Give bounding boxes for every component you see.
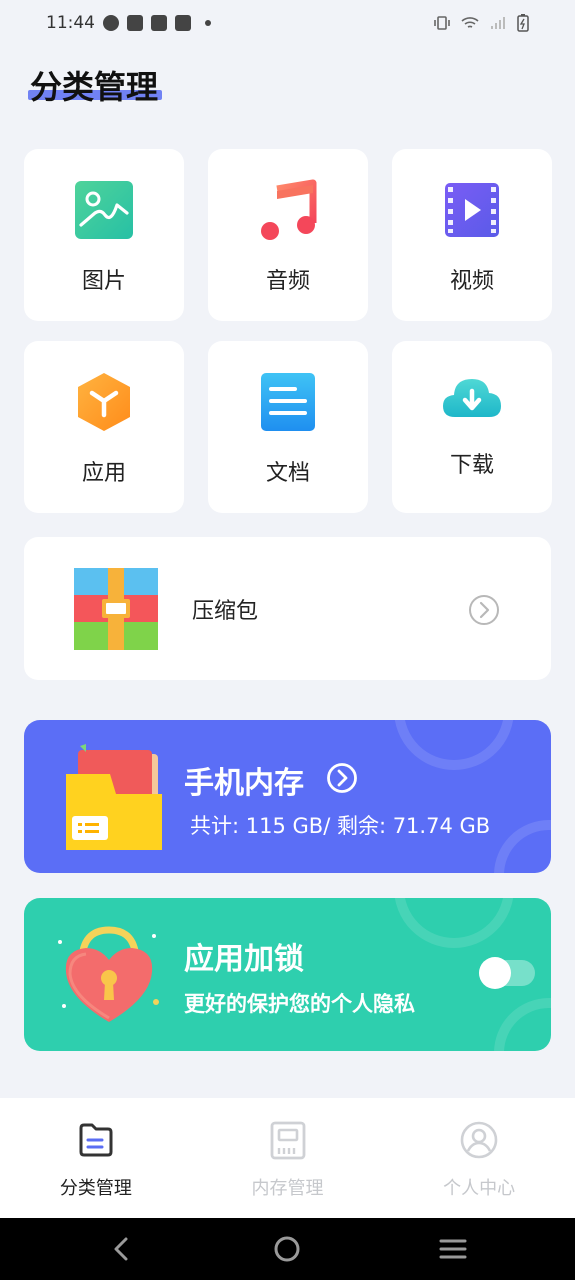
nav-tab-categories[interactable]: 分类管理 xyxy=(0,1098,192,1218)
app-cube-icon xyxy=(78,373,130,431)
system-navigation-bar xyxy=(0,1218,575,1280)
storage-title: 手机内存 xyxy=(184,766,304,801)
category-card-apps[interactable]: 应用 xyxy=(24,341,184,513)
folder-icon xyxy=(79,1123,113,1157)
archive-box-icon xyxy=(74,568,158,650)
app-lock-card[interactable]: 应用加锁 更好的保护您的个人隐私 xyxy=(24,898,551,1051)
heart-lock-icon xyxy=(58,926,159,1022)
recent-apps-icon[interactable] xyxy=(438,1234,468,1264)
app-lock-toggle[interactable] xyxy=(479,957,535,989)
phone-storage-card[interactable]: 手机内存 共计: 115 GB/ 剩余: 71.74 GB xyxy=(24,720,551,873)
category-card-documents[interactable]: 文档 xyxy=(208,341,368,513)
nav-tab-profile[interactable]: 个人中心 xyxy=(383,1098,575,1218)
category-label: 下载 xyxy=(449,453,494,478)
folder-stack-icon xyxy=(66,744,162,850)
category-card-audio[interactable]: 音频 xyxy=(208,149,368,321)
bottom-navigation: 分类管理 内存管理 个人中心 xyxy=(0,1098,575,1218)
decorative-ring xyxy=(394,898,514,948)
category-label: 音频 xyxy=(265,269,310,294)
decorative-ring xyxy=(394,720,514,770)
app-lock-title: 应用加锁 xyxy=(184,942,304,977)
category-label: 应用 xyxy=(81,461,126,486)
image-icon xyxy=(75,181,133,239)
category-card-images[interactable]: 图片 xyxy=(24,149,184,321)
category-label: 视频 xyxy=(449,269,494,294)
chevron-right-circle-icon[interactable] xyxy=(468,594,500,626)
speed-icon xyxy=(103,15,119,31)
sd-card-icon xyxy=(270,1121,305,1160)
notification-icon xyxy=(175,15,191,31)
notification-icon xyxy=(151,15,167,31)
document-icon xyxy=(261,373,315,431)
category-card-video[interactable]: 视频 xyxy=(392,149,552,321)
category-card-archives[interactable]: 压缩包 xyxy=(24,537,551,680)
storage-summary: 共计: 115 GB/ 剩余: 71.74 GB xyxy=(190,814,491,838)
page-title: 分类管理 xyxy=(30,68,159,106)
home-icon[interactable] xyxy=(272,1234,302,1264)
video-icon xyxy=(445,183,499,237)
back-icon[interactable] xyxy=(106,1234,136,1264)
decorative-ring xyxy=(494,820,551,873)
archive-label: 压缩包 xyxy=(192,599,259,624)
nav-tab-label: 个人中心 xyxy=(443,1178,516,1199)
category-label: 文档 xyxy=(265,461,310,486)
nav-tab-label: 内存管理 xyxy=(251,1178,324,1199)
battery-icon xyxy=(517,14,529,32)
status-time: 11:44 xyxy=(46,13,95,33)
cloud-download-icon xyxy=(443,379,501,417)
category-label: 图片 xyxy=(81,269,126,294)
chevron-right-circle-icon[interactable] xyxy=(326,762,358,794)
status-bar: 11:44 xyxy=(0,0,575,46)
user-icon xyxy=(460,1121,498,1159)
notification-icon xyxy=(127,15,143,31)
music-note-icon xyxy=(261,179,317,240)
nav-tab-storage[interactable]: 内存管理 xyxy=(192,1098,384,1218)
signal-icon xyxy=(491,17,505,29)
decorative-ring xyxy=(494,998,551,1051)
nav-tab-label: 分类管理 xyxy=(59,1178,132,1199)
app-lock-subtitle: 更好的保护您的个人隐私 xyxy=(184,992,415,1016)
more-notifications-icon xyxy=(205,20,211,26)
wifi-icon xyxy=(461,17,479,28)
vibrate-icon xyxy=(434,16,450,30)
toggle-knob xyxy=(479,957,511,989)
category-card-downloads[interactable]: 下载 xyxy=(392,341,552,513)
